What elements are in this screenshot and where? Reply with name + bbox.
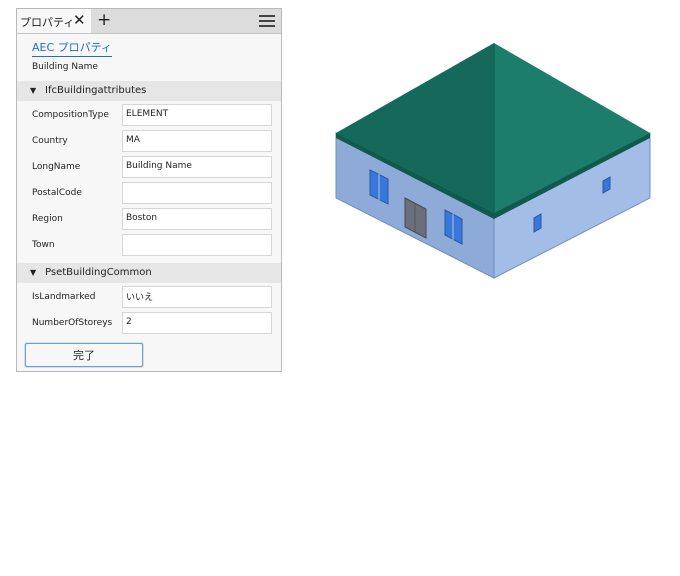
longname-input[interactable] <box>122 156 272 178</box>
building-name-label: Building Name <box>32 62 98 72</box>
field-label: Country <box>32 136 68 146</box>
town-input[interactable] <box>122 234 272 256</box>
numberofstoreys-input[interactable] <box>122 312 272 334</box>
field-label: LongName <box>32 162 81 172</box>
field-label: PostalCode <box>32 188 82 198</box>
building-3d-view[interactable] <box>330 38 660 288</box>
region-input[interactable] <box>122 208 272 230</box>
add-tab-icon[interactable]: + <box>97 10 111 30</box>
hamburger-menu-icon[interactable] <box>259 13 275 29</box>
field-label: Region <box>32 214 63 224</box>
field-row-postalcode: PostalCode <box>17 182 281 204</box>
tab-properties[interactable]: プロパティ ✕ <box>17 9 91 33</box>
field-row-islandmarked: IsLandmarked <box>17 286 281 308</box>
field-label: CompositionType <box>32 110 109 120</box>
done-button[interactable]: 完了 <box>25 343 143 367</box>
field-label: IsLandmarked <box>32 292 96 302</box>
field-label: NumberOfStoreys <box>32 318 113 328</box>
islandmarked-input[interactable] <box>122 286 272 308</box>
field-row-compositiontype: CompositionType <box>17 104 281 126</box>
section-ifcbuildingattributes[interactable]: ▼ IfcBuildingattributes <box>17 81 281 101</box>
field-row-longname: LongName <box>17 156 281 178</box>
compositiontype-input[interactable] <box>122 104 272 126</box>
field-label: Town <box>32 240 55 250</box>
country-input[interactable] <box>122 130 272 152</box>
close-icon[interactable]: ✕ <box>73 11 86 29</box>
properties-panel: プロパティ ✕ + AEC プロパティ Building Name ▼ IfcB… <box>16 8 282 372</box>
field-row-country: Country <box>17 130 281 152</box>
section-title: PsetBuildingCommon <box>45 267 152 278</box>
aec-properties-link[interactable]: AEC プロパティ <box>32 39 112 57</box>
tab-bar: プロパティ ✕ + <box>17 9 281 34</box>
section-psetbuildingcommon[interactable]: ▼ PsetBuildingCommon <box>17 263 281 283</box>
field-row-region: Region <box>17 208 281 230</box>
collapse-triangle-icon: ▼ <box>30 268 37 277</box>
tab-label: プロパティ <box>20 16 75 29</box>
section-title: IfcBuildingattributes <box>45 85 147 96</box>
field-row-town: Town <box>17 234 281 256</box>
postalcode-input[interactable] <box>122 182 272 204</box>
collapse-triangle-icon: ▼ <box>30 86 37 95</box>
field-row-numberofstoreys: NumberOfStoreys <box>17 312 281 334</box>
